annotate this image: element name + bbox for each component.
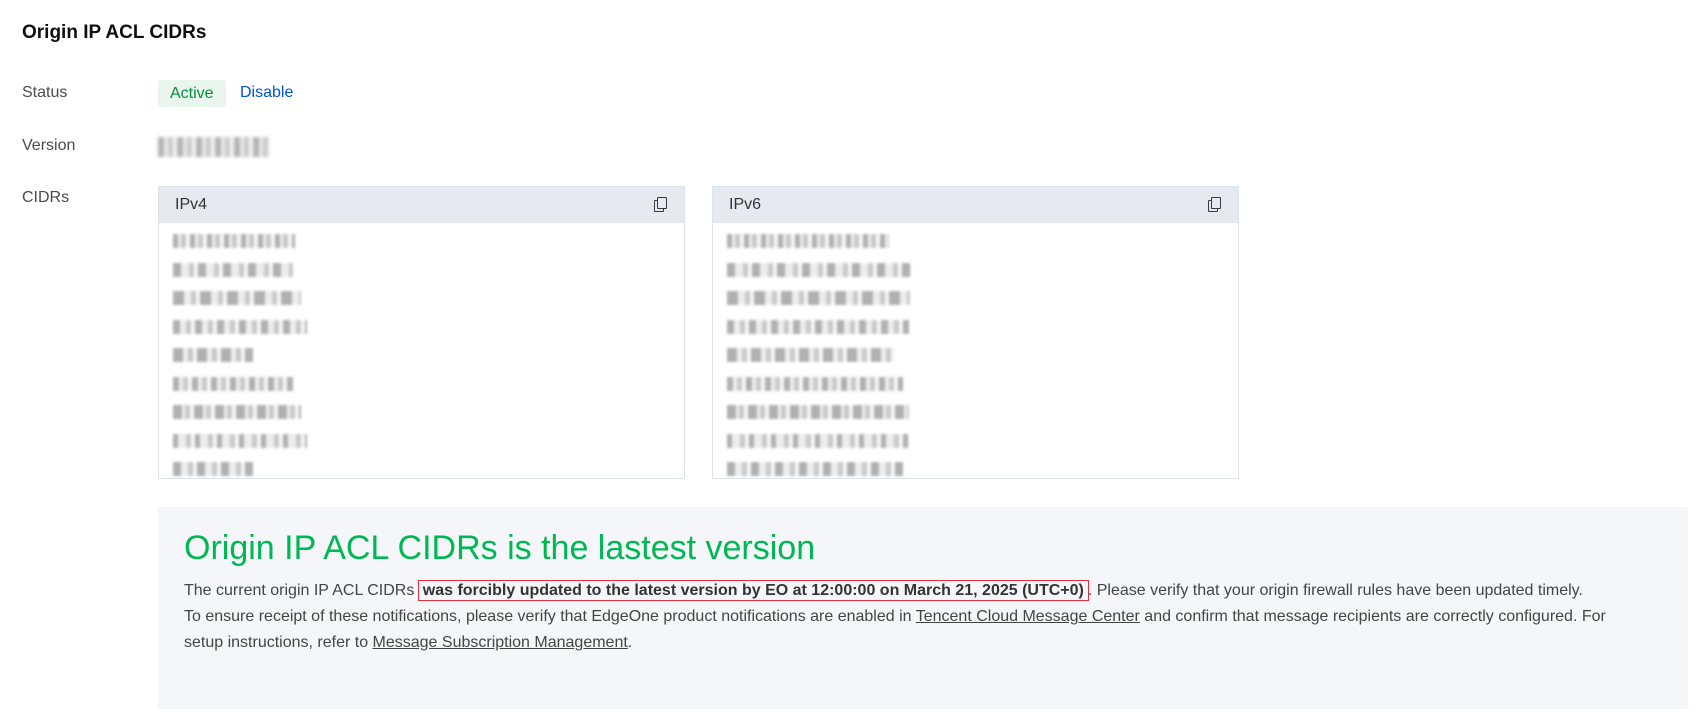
redacted-cidr-value [727, 405, 909, 420]
status-label: Status [22, 84, 68, 101]
redacted-cidr-value [173, 291, 301, 306]
cidr-item-redacted [173, 284, 670, 313]
cidr-item-redacted [173, 341, 670, 370]
cidr-item-redacted [727, 284, 1224, 313]
message-center-link[interactable]: Tencent Cloud Message Center [916, 608, 1140, 625]
version-notice: Origin IP ACL CIDRs is the lastest versi… [158, 507, 1688, 709]
notice-line2-end: . [627, 634, 633, 651]
redacted-cidr-value [173, 319, 307, 334]
ipv6-cidr-box: IPv6 [712, 186, 1239, 479]
cidr-item-redacted [173, 455, 670, 478]
cidr-item-redacted [173, 398, 670, 427]
notice-line1-prefix: The current origin IP ACL CIDRs [184, 582, 419, 599]
cidr-item-redacted [727, 227, 1224, 256]
cidr-item-redacted [727, 455, 1224, 478]
ipv4-cidr-box: IPv4 [158, 186, 685, 479]
cidrs-label: CIDRs [22, 189, 70, 206]
notice-line2-prefix: To ensure receipt of these notifications… [184, 608, 916, 625]
redacted-cidr-value [727, 462, 903, 477]
ipv6-header-label: IPv6 [729, 196, 762, 213]
ipv4-list [159, 223, 684, 478]
cidr-item-redacted [727, 256, 1224, 285]
cidr-item-redacted [727, 398, 1224, 427]
notice-title: Origin IP ACL CIDRs is the lastest versi… [184, 529, 816, 567]
redacted-cidr-value [173, 405, 301, 420]
cidr-item-redacted [173, 227, 670, 256]
ipv4-header: IPv4 [159, 187, 684, 223]
notice-highlight: was forcibly updated to the latest versi… [417, 580, 1089, 601]
redacted-cidr-value [727, 348, 895, 363]
redacted-cidr-value [173, 234, 295, 249]
section-title: Origin IP ACL CIDRs [22, 22, 207, 43]
copy-icon[interactable] [654, 197, 668, 213]
redacted-cidr-value [727, 376, 903, 391]
cidr-item-redacted [727, 427, 1224, 456]
disable-link[interactable]: Disable [240, 84, 293, 102]
ipv4-header-label: IPv4 [175, 196, 208, 213]
cidr-item-redacted [173, 313, 670, 342]
cidr-item-redacted [727, 370, 1224, 399]
ipv6-list [713, 223, 1238, 478]
cidr-item-redacted [173, 256, 670, 285]
status-badge: Active [158, 80, 226, 107]
redacted-cidr-value [727, 234, 889, 249]
cidr-item-redacted [727, 341, 1224, 370]
notice-body: The current origin IP ACL CIDRs was forc… [184, 578, 1624, 656]
redacted-cidr-value [173, 433, 307, 448]
version-value-redacted [158, 137, 270, 157]
redacted-cidr-value [173, 376, 293, 391]
redacted-cidr-value [727, 291, 910, 306]
cidr-item-redacted [173, 370, 670, 399]
cidr-item-redacted [173, 427, 670, 456]
notice-line1-suffix: . Please verify that your origin firewal… [1087, 582, 1583, 599]
copy-icon[interactable] [1208, 197, 1222, 213]
redacted-cidr-value [173, 262, 293, 277]
version-label: Version [22, 137, 76, 154]
cidr-item-redacted [727, 313, 1224, 342]
ipv6-header: IPv6 [713, 187, 1238, 223]
redacted-cidr-value [173, 348, 253, 363]
subscription-management-link[interactable]: Message Subscription Management [373, 634, 628, 651]
redacted-cidr-value [727, 262, 911, 277]
redacted-cidr-value [727, 319, 909, 334]
redacted-cidr-value [173, 462, 253, 477]
redacted-cidr-value [727, 433, 909, 448]
